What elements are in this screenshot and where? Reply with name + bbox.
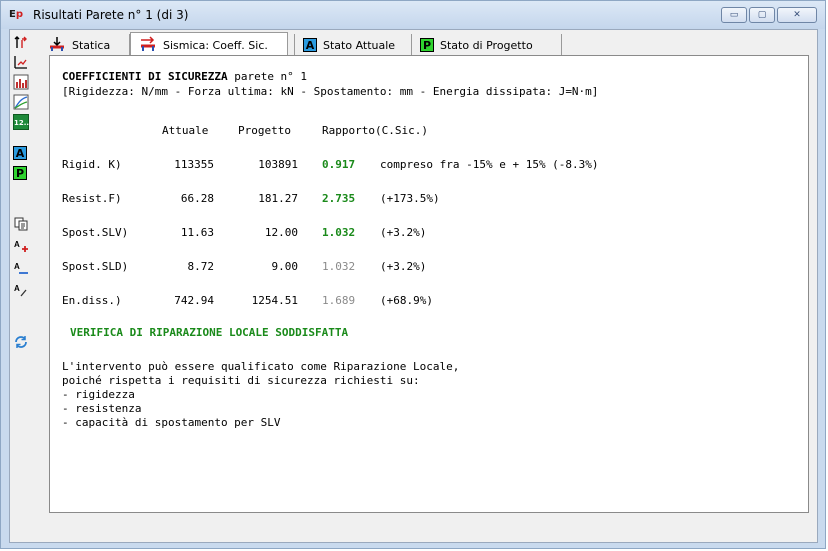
wall-axis-icon[interactable] [13, 54, 29, 70]
curve-chart-icon[interactable] [13, 94, 29, 110]
row-progetto: 1254.51 [251, 294, 298, 307]
row-note: (+173.5%) [380, 192, 440, 205]
font-decrease-icon[interactable]: A [13, 260, 29, 276]
badge-a-button[interactable]: A [13, 146, 27, 160]
static-load-icon [48, 36, 66, 55]
tab-statica[interactable]: Statica [40, 34, 130, 56]
title-bar[interactable]: Ep Risultati Parete n° 1 (di 3) ▭ ▢ ✕ [1, 1, 825, 29]
tab-stato-attuale-label: Stato Attuale [323, 38, 396, 52]
row-label: Spost.SLV) [62, 226, 129, 239]
row-label: Spost.SLD) [62, 260, 129, 273]
row-attuale: 66.28 [180, 192, 214, 205]
close-button[interactable]: ✕ [777, 7, 817, 23]
tab-stato-attuale[interactable]: A Stato Attuale [294, 34, 412, 56]
svg-text:A: A [14, 262, 20, 271]
row-ratio: 1.032 [322, 226, 356, 239]
row-note: compreso fra -15% e + 15% (-8.3%) [380, 158, 599, 171]
copy-icon[interactable] [13, 216, 29, 232]
tab-stato-progetto[interactable]: P Stato di Progetto [412, 34, 562, 56]
row-progetto: 181.27 [258, 192, 298, 205]
row-progetto: 9.00 [271, 260, 299, 273]
window-title: Risultati Parete n° 1 (di 3) [33, 8, 189, 22]
row-note: (+3.2%) [380, 260, 427, 273]
tab-sismica[interactable]: Sismica: Coeff. Sic. [130, 32, 288, 57]
maximize-icon: ▢ [757, 10, 767, 20]
paragraph-line: - resistenza [62, 402, 142, 415]
row-ratio: 0.917 [322, 158, 356, 171]
row-attuale: 11.63 [180, 226, 214, 239]
svg-text:A: A [14, 284, 20, 293]
row-label: En.diss.) [62, 294, 122, 307]
row-note: (+3.2%) [380, 226, 427, 239]
tab-statica-label: Statica [72, 38, 111, 52]
row-ratio: 2.735 [322, 192, 356, 205]
paragraph-line: L'intervento può essere qualificato come… [62, 360, 460, 373]
font-italic-icon[interactable]: A [13, 282, 29, 298]
font-increase-icon[interactable]: A [13, 238, 29, 254]
tab-stato-progetto-label: Stato di Progetto [440, 38, 533, 52]
tab-stato-attuale-badge: A [303, 38, 317, 52]
svg-text:A: A [14, 240, 20, 249]
row-attuale: 113355 [174, 158, 214, 171]
seismic-load-icon [139, 35, 157, 55]
row-ratio: 1.689 [322, 294, 356, 307]
tab-stato-progetto-badge: P [420, 38, 434, 52]
refresh-icon[interactable] [13, 334, 29, 350]
col-attuale: Attuale [162, 124, 209, 137]
left-toolbar: 12.. A P A A A [10, 30, 32, 542]
paragraph-line: - capacità di spostamento per SLV [62, 416, 281, 429]
paragraph-line: poiché rispetta i requisiti di sicurezza… [62, 374, 420, 387]
row-attuale: 8.72 [187, 260, 215, 273]
col-rapporto: Rapporto(C.Sic.) [322, 124, 428, 137]
close-icon: ✕ [793, 10, 801, 20]
units-note: [Rigidezza: N/mm - Forza ultima: kN - Sp… [62, 85, 599, 98]
wall-arrows-icon[interactable] [13, 34, 29, 50]
row-note: (+68.9%) [380, 294, 433, 307]
tab-sismica-label: Sismica: Coeff. Sic. [163, 38, 268, 52]
row-label: Resist.F) [62, 192, 122, 205]
number-12-icon[interactable]: 12.. [13, 114, 29, 130]
app-icon: Ep [9, 9, 24, 20]
verdict-text: VERIFICA DI RIPARAZIONE LOCALE SODDISFAT… [70, 326, 349, 339]
row-attuale: 742.94 [174, 294, 214, 307]
badge-p-button[interactable]: P [13, 166, 27, 180]
results-window: Ep Risultati Parete n° 1 (di 3) ▭ ▢ ✕ 12… [0, 0, 826, 549]
paragraph-line: - rigidezza [62, 388, 135, 401]
minimize-icon: ▭ [729, 10, 739, 20]
results-panel: COEFFICIENTI DI SICUREZZA parete n° 1 [R… [49, 55, 809, 513]
row-progetto: 12.00 [264, 226, 298, 239]
heading: COEFFICIENTI DI SICUREZZA [62, 70, 228, 83]
row-label: Rigid. K) [62, 158, 122, 171]
minimize-button[interactable]: ▭ [721, 7, 747, 23]
row-progetto: 103891 [258, 158, 298, 171]
maximize-button[interactable]: ▢ [749, 7, 775, 23]
heading-suffix: parete n° 1 [227, 70, 308, 83]
row-ratio: 1.032 [322, 260, 356, 273]
tab-bar: Statica Sismica: Coeff. Sic. A Stato Att… [34, 30, 817, 57]
chart-icon[interactable] [13, 74, 29, 90]
col-progetto: Progetto [238, 124, 291, 137]
